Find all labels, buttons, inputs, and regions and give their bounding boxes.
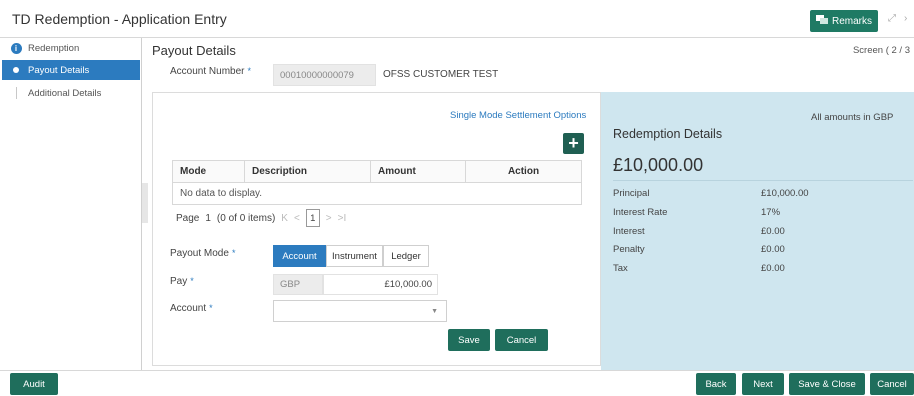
detail-value-interest-rate: 17% xyxy=(761,207,781,218)
remarks-label: Remarks xyxy=(831,15,872,27)
current-page-box[interactable]: 1 xyxy=(305,209,320,227)
required-mark: * xyxy=(190,276,194,286)
settlement-panel xyxy=(152,92,601,366)
footer-bar: Audit Back Next Save & Close Cancel xyxy=(0,370,914,396)
account-select[interactable]: ▼ xyxy=(273,300,447,322)
sidebar-item-redemption[interactable]: i Redemption xyxy=(2,38,140,58)
column-header-action: Action xyxy=(465,160,582,183)
sidebar-item-label: Additional Details xyxy=(28,87,102,99)
remarks-button[interactable]: Remarks xyxy=(810,10,878,32)
sidebar-item-label: Payout Details xyxy=(28,64,90,76)
prev-page-icon[interactable]: < xyxy=(294,213,300,224)
step-line-icon xyxy=(15,87,17,99)
payout-mode-label: Payout Mode * xyxy=(170,248,236,259)
title-bar: TD Redemption - Application Entry Remark… xyxy=(0,0,914,38)
chat-icon xyxy=(815,14,828,28)
payout-mode-account[interactable]: Account xyxy=(273,245,326,267)
column-header-amount: Amount xyxy=(370,160,466,183)
back-button[interactable]: Back xyxy=(696,373,736,395)
account-name: OFSS CUSTOMER TEST xyxy=(383,69,499,80)
redemption-total: £10,000.00 xyxy=(613,155,704,175)
required-mark: * xyxy=(231,248,236,258)
single-mode-settlement-link[interactable]: Single Mode Settlement Options xyxy=(450,110,586,121)
payout-mode-instrument[interactable]: Instrument xyxy=(326,245,383,267)
screen-indicator: Screen ( 2 / 3 xyxy=(852,45,910,56)
payout-mode-ledger[interactable]: Ledger xyxy=(383,245,429,267)
save-button[interactable]: Save xyxy=(448,329,490,351)
currency-note: All amounts in GBP xyxy=(811,112,894,123)
account-number-field: 00010000000079 xyxy=(273,64,376,86)
save-and-close-button[interactable]: Save & Close xyxy=(789,373,865,395)
sidebar-item-payout-details[interactable]: Payout Details xyxy=(2,60,140,80)
detail-label-tax: Tax xyxy=(613,263,628,274)
cancel-button[interactable]: Cancel xyxy=(495,329,548,351)
detail-value-interest: £0.00 xyxy=(761,226,785,237)
pagination: Page 1 (0 of 0 items) K < 1 > >I xyxy=(176,209,346,227)
divider xyxy=(613,180,913,181)
info-icon: i xyxy=(10,42,22,54)
pay-currency-field: GBP xyxy=(273,274,323,295)
table-row: No data to display. xyxy=(172,182,582,205)
next-button[interactable]: Next xyxy=(742,373,784,395)
table-header-row: Mode Description Amount Action xyxy=(172,160,582,183)
detail-value-tax: £0.00 xyxy=(761,263,785,274)
first-page-icon[interactable]: K xyxy=(281,213,288,224)
pay-amount-field[interactable]: £10,000.00 xyxy=(323,274,438,295)
add-settlement-button[interactable]: + xyxy=(563,133,584,154)
sidebar: i Redemption Payout Details Additional D… xyxy=(0,38,142,370)
payout-mode-toggle: Account Instrument Ledger xyxy=(273,245,429,267)
account-number-label: Account Number * xyxy=(170,66,251,77)
sidebar-collapse-handle[interactable] xyxy=(142,183,148,223)
cancel-footer-button[interactable]: Cancel xyxy=(870,373,914,395)
window-controls: ⤢ › xyxy=(888,13,907,24)
detail-label-interest-rate: Interest Rate xyxy=(613,207,668,218)
audit-button[interactable]: Audit xyxy=(10,373,58,395)
required-mark: * xyxy=(209,303,213,313)
current-step-icon xyxy=(13,67,19,73)
detail-label-penalty: Penalty xyxy=(613,244,645,255)
detail-value-penalty: £0.00 xyxy=(761,244,785,255)
window-title: TD Redemption - Application Entry xyxy=(12,11,227,27)
required-mark: * xyxy=(247,66,251,76)
column-header-mode: Mode xyxy=(172,160,245,183)
detail-label-principal: Principal xyxy=(613,188,650,199)
items-count: (0 of 0 items) xyxy=(216,212,276,224)
column-header-description: Description xyxy=(244,160,371,183)
detail-label-interest: Interest xyxy=(613,226,645,237)
pay-label: Pay * xyxy=(170,276,194,287)
plus-icon: + xyxy=(568,133,579,153)
close-icon[interactable]: › xyxy=(904,13,907,24)
chevron-down-icon: ▼ xyxy=(431,308,438,315)
sidebar-item-additional-details[interactable]: Additional Details xyxy=(2,83,140,103)
settlement-table: Mode Description Amount Action No data t… xyxy=(172,160,582,205)
redemption-details-panel: All amounts in GBP Redemption Details £1… xyxy=(601,92,914,370)
sidebar-item-label: Redemption xyxy=(28,42,80,54)
detail-value-principal: £10,000.00 xyxy=(761,188,809,199)
page-title: Payout Details xyxy=(152,43,236,58)
empty-table-message: No data to display. xyxy=(172,182,582,205)
account-label: Account * xyxy=(170,303,213,314)
page-label: Page xyxy=(176,212,200,224)
expand-icon[interactable]: ⤢ xyxy=(888,13,896,24)
last-page-icon[interactable]: >I xyxy=(338,213,347,224)
page-number: 1 xyxy=(205,212,211,224)
redemption-details-title: Redemption Details xyxy=(613,127,723,141)
next-page-icon[interactable]: > xyxy=(326,213,332,224)
